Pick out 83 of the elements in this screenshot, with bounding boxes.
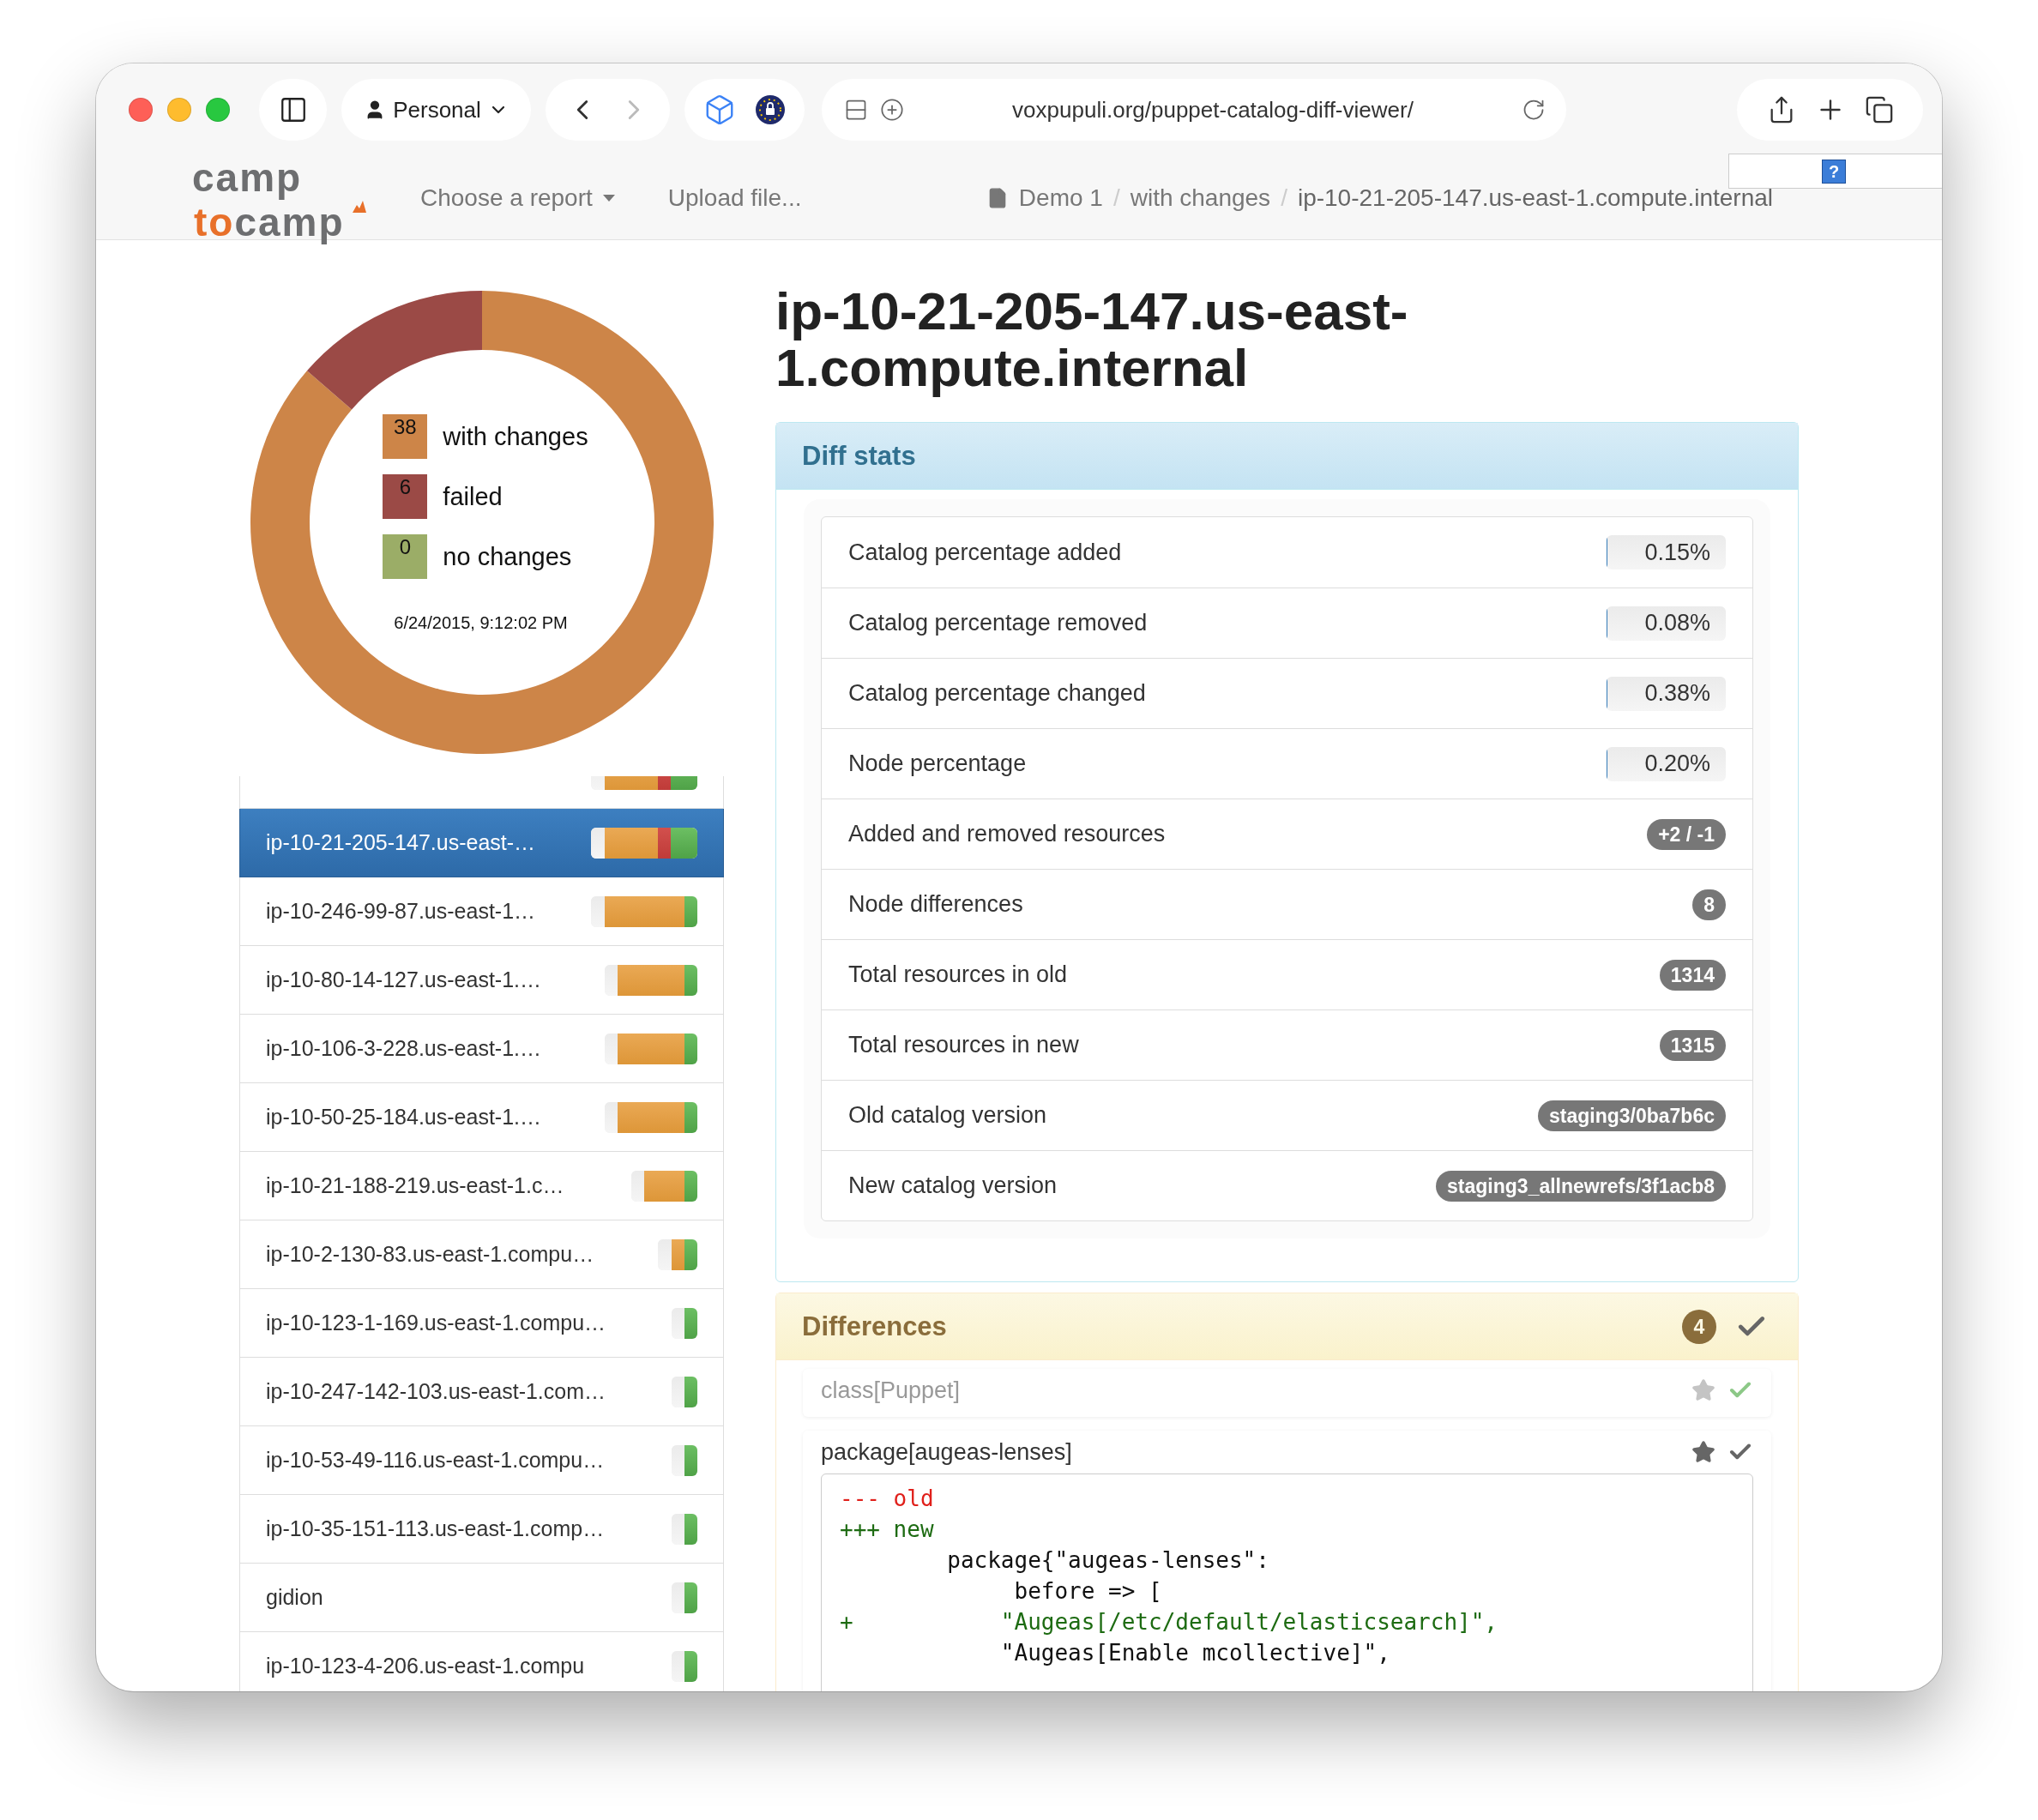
breadcrumb-link[interactable]: with changes [1130,184,1271,212]
stat-value: 1315 [1659,1029,1726,1061]
tabs-icon[interactable] [1864,95,1894,124]
diff-line: +++ new [840,1516,935,1544]
stat-label: Catalog percentage changed [848,680,1146,707]
stat-label: Catalog percentage added [848,539,1122,566]
address-bar[interactable]: voxpupuli.org/puppet-catalog-diff-viewer/ [822,79,1566,141]
add-circle-icon[interactable] [880,98,904,122]
node-item[interactable]: ip-10-123-4-206.us-east-1.compu [239,1632,724,1691]
star-icon[interactable] [1691,1440,1715,1464]
panel-title: Diff stats [802,440,917,472]
stat-value: +2 / -1 [1647,818,1726,850]
stat-label: Catalog percentage removed [848,610,1148,636]
stat-label: Node percentage [848,750,1027,777]
node-item[interactable]: ip-10-50-25-184.us-east-1.… [239,1083,724,1152]
stat-label: Added and removed resources [848,821,1166,847]
panel-title: Differences [802,1311,948,1342]
stat-value: staging3/0ba7b6c [1537,1100,1726,1131]
help-button[interactable]: ? [1822,159,1846,184]
caret-icon [602,194,615,202]
node-item[interactable]: ip-10-106-3-228.us-east-1.… [239,1015,724,1083]
status-bar-drawing [672,1650,697,1682]
node-item[interactable]: ip-10-2-130-83.us-east-1.compu… [239,1220,724,1289]
legend-count: 6 [383,474,428,519]
diff-line: package{"augeas-lenses": [946,1546,1270,1575]
stat-label: Total resources in new [848,1032,1079,1058]
node-item[interactable]: ip-10-80-14-127.us-east-1.… [239,946,724,1015]
profile-button[interactable]: Personal [341,79,531,141]
count-badge: 4 [1682,1309,1716,1344]
lock-badge-icon[interactable] [755,94,786,125]
percentage-value: 0.38% [1644,680,1711,707]
status-bar-drawing [672,1376,697,1407]
stat-label: Total resources in old [848,961,1068,988]
status-bar-drawing [658,1238,697,1270]
reload-icon[interactable] [1522,98,1546,122]
node-item[interactable]: gidion [239,1564,724,1632]
status-bar-drawing [672,1582,697,1613]
stat-label: New catalog version [848,1172,1058,1199]
breadcrumb-separator: / [1281,184,1287,212]
diff-line: + "Augeas[/etc/default/elasticsearch]", [840,1608,1498,1636]
legend-label: no changes [443,542,572,571]
diff-line: --- old [840,1485,935,1513]
percentage-value: 0.15% [1644,539,1711,566]
diff-line: before => [ [1013,1577,1163,1606]
legend-label: with changes [443,422,588,451]
legend-count: 0 [383,534,428,579]
stat-value: 1314 [1659,959,1726,991]
node-item[interactable]: ip-10-247-142-103.us-east-1.com… [239,1358,724,1426]
report-timestamp: 6/24/2015, 9:12:02 PM [394,613,568,633]
page-title: ip-10-21-205-147.us-east-1.compute.internal [775,283,1409,396]
breadcrumb-separator: / [1112,184,1120,212]
status-bar-drawing [672,1444,697,1476]
node-item[interactable]: ip-10-21-188-219.us-east-1.c… [239,1152,724,1220]
legend-label: failed [443,482,503,511]
stat-label: Old catalog version [848,1102,1047,1129]
status-bar-drawing [672,1307,697,1339]
node-item[interactable]: ip-10-123-1-169.us-east-1.compu… [239,1289,724,1358]
star-icon[interactable] [1691,1378,1715,1402]
zoom-button[interactable] [206,98,230,122]
stat-label: Node differences [848,891,1023,918]
breadcrumb-link[interactable]: Demo 1 [1018,184,1103,212]
stat-value: staging3_allnewrefs/3f1acb8 [1436,1170,1726,1202]
logo-text[interactable]: camp [192,154,303,200]
breadcrumb-link[interactable]: ip-10-21-205-147.us-east-1.compute.internal [1297,184,1773,212]
percentage-value: 0.20% [1644,750,1711,777]
status-bar-drawing [672,1513,697,1545]
node-item[interactable]: ip-10-35-151-113.us-east-1.comp… [239,1495,724,1564]
logo-text[interactable]: tocamp [194,199,345,244]
node-item[interactable]: ip-10-246-99-87.us-east-1… [239,877,724,946]
logo-mark-icon [352,199,367,214]
upload-link[interactable]: Upload file... [667,184,802,212]
node-item[interactable]: ip-10-53-49-116.us-east-1.compu… [239,1426,724,1495]
stat-value: 8 [1692,889,1726,920]
rows-icon[interactable] [844,98,868,122]
node-item[interactable]: ip-10-21-205-147.us-east-… [239,809,724,877]
close-button[interactable] [129,98,153,122]
resource-name: class[Puppet] [821,1377,962,1404]
diff-line: "Augeas[Enable mcollective]", [999,1639,1391,1667]
percentage-value: 0.08% [1644,610,1711,636]
legend-count: 38 [383,414,428,459]
url-text[interactable]: voxpupuli.org/puppet-catalog-diff-viewer/ [916,96,1510,124]
report-dropdown[interactable]: Choose a report [420,184,615,212]
resource-name: package[augeas-lenses] [821,1438,1073,1466]
